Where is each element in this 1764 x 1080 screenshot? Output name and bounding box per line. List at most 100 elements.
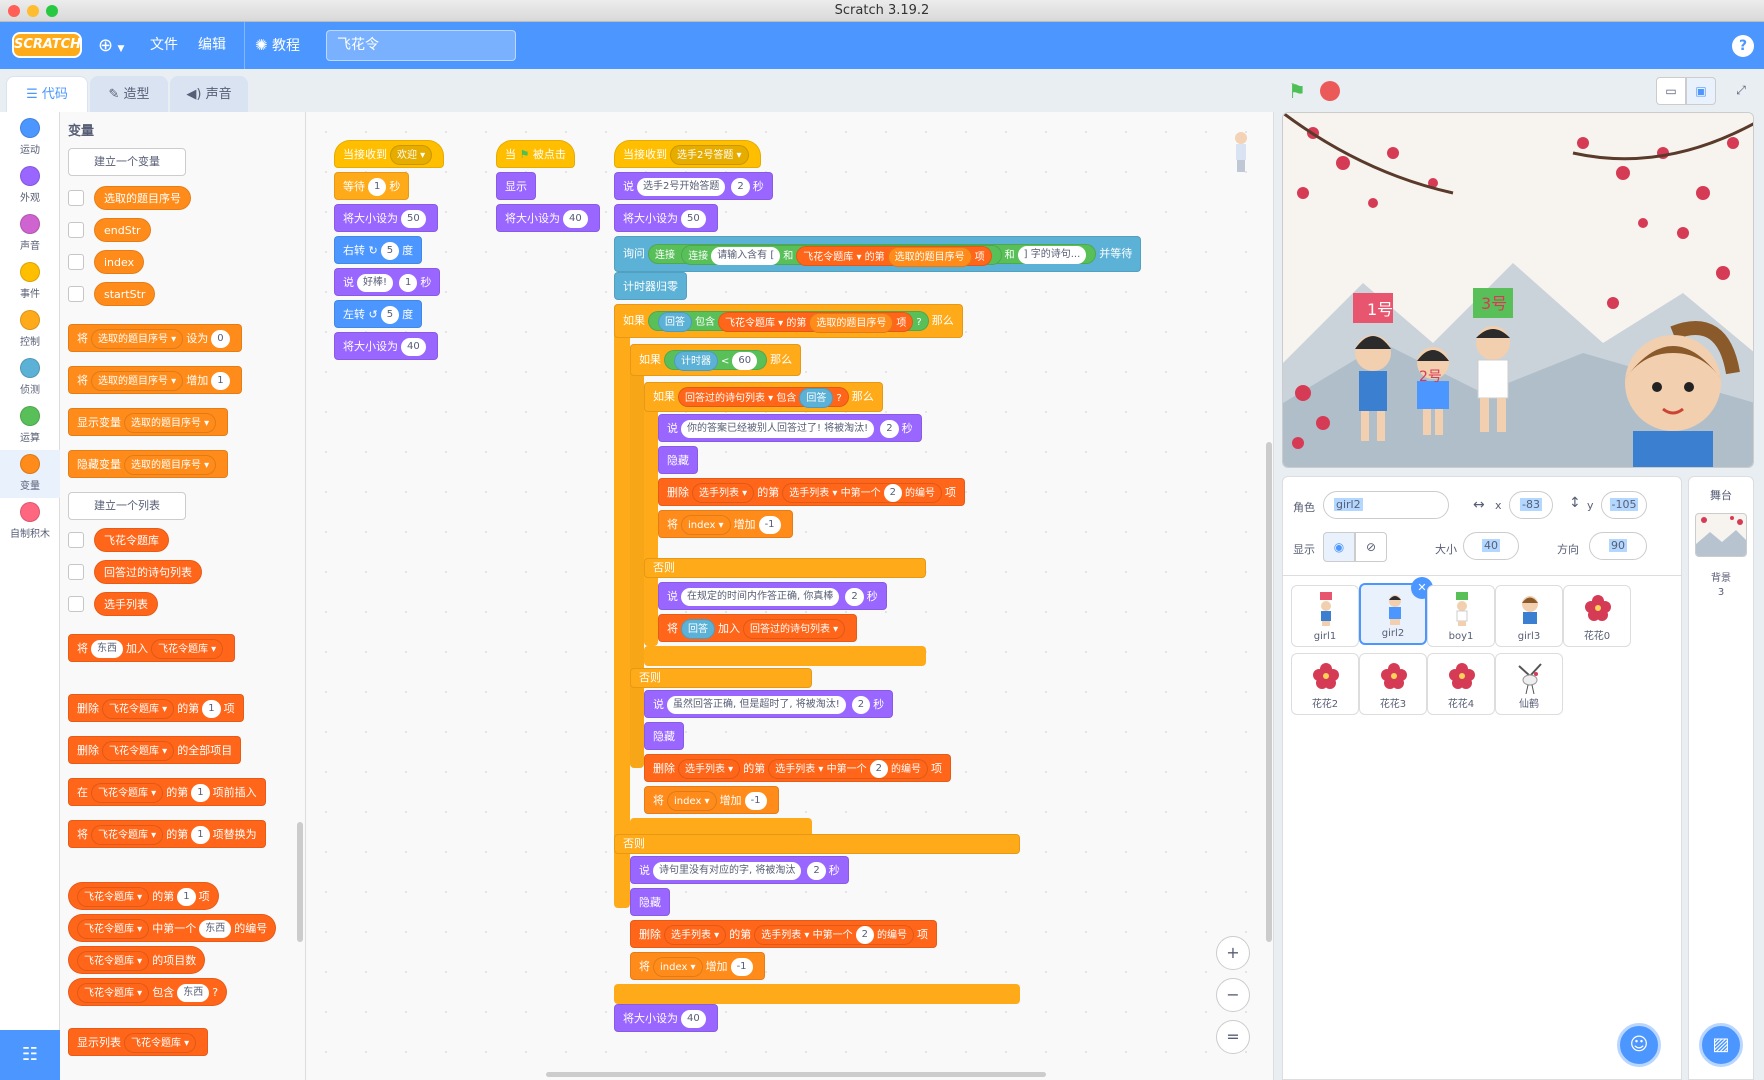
if-else-block[interactable]: 如果 回答 包含 飞花令题库 ▾ 的第 选取的题目序号项? 那么 [614,304,963,338]
when-flag-clicked-hat-block[interactable]: 当 ⚑ 被点击 [496,140,575,168]
edit-menu[interactable]: 编辑 [198,22,226,69]
sprite-thumb-flower3[interactable]: 花花3 [1359,653,1427,715]
say-for-secs-block[interactable]: 说你的答案已经被别人回答过了! 将被淘汰! 2 秒 [658,414,922,442]
value-input[interactable]: 60 [732,352,758,370]
variable-dropdown[interactable]: index ▾ [667,791,717,811]
value-input[interactable]: 40 [401,338,426,356]
set-size-block[interactable]: 将大小设为 50 [614,204,718,232]
category-events[interactable]: 事件 [0,262,60,300]
category-sensing[interactable]: 侦测 [0,358,60,396]
list-dropdown[interactable]: 飞花令题库 ▾ [77,919,150,939]
value-input[interactable]: 50 [681,210,706,228]
say-for-secs-block[interactable]: 说虽然回答正确, 但是超时了, 将被淘汰! 2 秒 [644,690,894,718]
value-input[interactable]: 1 [399,274,418,292]
value-input[interactable]: 东西 [91,640,123,658]
list-dropdown[interactable]: 选手列表 ▾ [678,759,741,779]
language-menu[interactable]: ⊕ ▼ [98,22,124,69]
list-dropdown[interactable]: 飞花令题库 ▾ [77,983,150,1003]
variable-checkbox[interactable] [68,190,84,206]
category-variables[interactable]: 变量 [0,450,60,498]
value-input[interactable]: 东西 [177,984,210,1002]
variable-reporter[interactable]: index [94,250,145,274]
value-input[interactable]: 2 [851,696,871,714]
direction-input[interactable]: 90 [1589,532,1647,560]
zoom-out-button[interactable]: − [1216,978,1250,1012]
item-index-reporter[interactable]: 选手列表 ▾ 中第一个 2 的编号 [754,925,914,945]
category-my-blocks[interactable]: 自制积木 [0,502,60,540]
when-receive-hat-block[interactable]: 当接收到 选手2号答题 ▾ [614,140,761,168]
choose-backdrop-button[interactable]: ▨ [1699,1023,1743,1067]
reset-timer-block[interactable]: 计时器归零 [614,272,687,300]
list-dropdown[interactable]: 选手列表 ▾ [692,483,755,503]
answer-reporter[interactable]: 回答 [658,312,692,332]
value-input[interactable]: 2 [845,588,864,606]
less-than-operator[interactable]: 计时器 <60 [664,350,768,371]
when-receive-hat-block[interactable]: 当接收到 欢迎 ▾ [334,140,445,168]
y-input[interactable]: -105 [1601,491,1647,519]
delete-item-block[interactable]: 删除 选手列表 ▾ 的第 选手列表 ▾ 中第一个 2 的编号项 [644,754,951,782]
message-dropdown[interactable]: 选手2号答题 ▾ [670,145,749,165]
value-input[interactable]: 在规定的时间内作答正确, 你真棒 [681,588,840,606]
join-operator[interactable]: 连接 请输入含有 [和飞花令题库 ▾ 的第 选取的题目序号项 [681,245,1002,267]
variable-checkbox[interactable] [68,286,84,302]
if-else-block[interactable]: 如果 计时器 <60 那么 [630,344,802,376]
small-stage-button[interactable]: ▭ [1656,77,1686,105]
list-checkbox[interactable] [68,564,84,580]
delete-all-block[interactable]: 删除 飞花令题库 ▾ 的全部项目 [68,736,242,764]
variable-reporter[interactable]: startStr [94,282,156,306]
change-variable-block[interactable]: 将选取的题目序号 ▾ 增加 1 [68,366,242,394]
make-list-button[interactable]: 建立一个列表 [68,492,186,520]
value-input[interactable]: 5 [380,242,400,260]
value-input[interactable]: 40 [563,210,588,228]
zoom-reset-button[interactable]: = [1216,1020,1250,1054]
tutorials-menu[interactable]: ✺ 教程 [244,22,334,69]
timer-reporter[interactable]: 计时器 [674,351,718,371]
category-motion[interactable]: 运动 [0,118,60,156]
say-for-secs-block[interactable]: 说诗句里没有对应的字, 将被淘汰 2 秒 [630,856,849,884]
scratch-logo[interactable]: SCRATCH [12,32,82,58]
make-variable-button[interactable]: 建立一个变量 [68,148,186,176]
workspace-horizontal-scrollbar[interactable] [546,1072,1046,1077]
file-menu[interactable]: 文件 [150,22,178,69]
show-variable-block[interactable]: 显示变量 选取的题目序号 ▾ [68,408,229,436]
delete-item-block[interactable]: 删除 飞花令题库 ▾ 的第 1 项 [68,694,244,722]
variable-reporter[interactable]: 选取的题目序号 [887,247,972,267]
value-input[interactable]: 诗句里没有对应的字, 将被淘汰 [653,862,802,880]
variable-checkbox[interactable] [68,254,84,270]
list-contains-block[interactable]: 回答过的诗句列表 ▾ 包含 回答? [678,387,849,408]
value-input[interactable]: 5 [380,306,400,324]
sprite-thumb-crane[interactable]: 仙鹤 [1495,653,1563,715]
say-for-secs-block[interactable]: 说选手2号开始答题 2 秒 [614,172,773,200]
item-index-reporter[interactable]: 选手列表 ▾ 中第一个 2 的编号 [768,759,928,779]
code-workspace[interactable]: 当接收到 欢迎 ▾ 等待 1 秒 将大小设为 50 右转 ↻ 5 度 说好棒! 1 秒 左转 ↺… [306,112,1274,1080]
sprite-name-input[interactable]: girl2 [1323,491,1449,519]
sprite-thumb-flower0[interactable]: 花花0 [1563,585,1631,647]
list-dropdown[interactable]: 飞花令题库 ▾ [151,639,224,659]
variable-dropdown[interactable]: 选取的题目序号 ▾ [91,371,184,391]
hide-sprite-button[interactable]: ⊘ [1355,532,1387,562]
delete-item-block[interactable]: 删除 选手列表 ▾ 的第 选手列表 ▾ 中第一个 2 的编号项 [658,478,965,506]
zoom-window-button[interactable] [46,5,58,17]
value-input[interactable]: 2 [880,420,899,438]
list-reporter[interactable]: 回答过的诗句列表 [94,560,202,584]
value-input[interactable]: 选手2号开始答题 [637,178,726,196]
variable-reporter[interactable]: endStr [94,218,151,242]
sprite-thumb-girl1[interactable]: girl1 [1291,585,1359,647]
value-input[interactable]: -1 [744,792,767,810]
size-input[interactable]: 40 [1463,532,1519,560]
category-looks[interactable]: 外观 [0,166,60,204]
list-dropdown[interactable]: 选手列表 ▾ [664,925,727,945]
project-title-input[interactable]: 飞花令 [326,30,516,61]
value-input[interactable]: 2 [883,484,902,502]
change-variable-block[interactable]: 将 index ▾ 增加 -1 [658,510,793,538]
sprite-thumb-flower2[interactable]: 花花2 [1291,653,1359,715]
category-sound[interactable]: 声音 [0,214,60,252]
variable-dropdown[interactable]: index ▾ [653,957,703,977]
value-input[interactable]: 2 [731,178,750,196]
stop-icon[interactable] [1320,81,1340,101]
show-sprite-button[interactable]: ◉ [1323,532,1355,562]
change-variable-block[interactable]: 将 index ▾ 增加 -1 [630,952,765,980]
insert-item-block[interactable]: 在飞花令题库 ▾ 的第 1 项前插入 [68,778,266,806]
join-operator[interactable]: 连接 连接 请输入含有 [和飞花令题库 ▾ 的第 选取的题目序号项和] 字的诗句..… [648,244,1097,267]
value-input[interactable]: 1 [191,784,210,802]
